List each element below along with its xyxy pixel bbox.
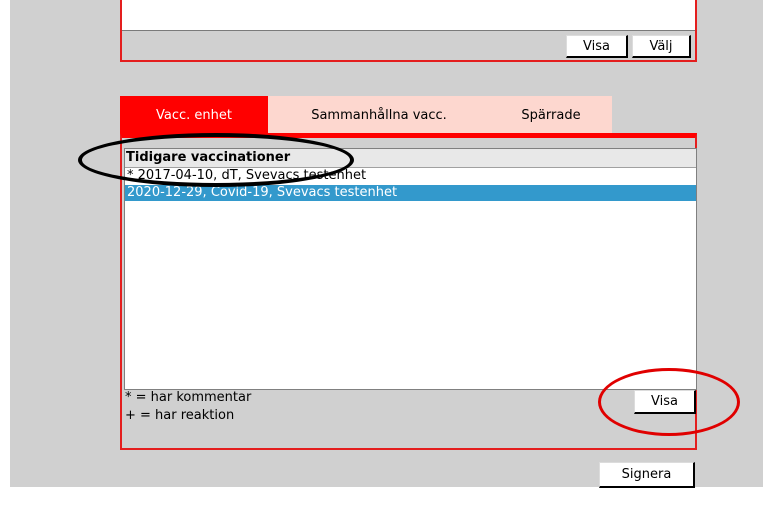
tab-vacc-enhet[interactable]: Vacc. enhet — [120, 96, 268, 134]
annotation-ellipse-black — [78, 133, 354, 187]
top-button-bar: Visa Välj — [122, 31, 695, 60]
top-panel: Visa Välj — [120, 0, 697, 62]
top-visa-button[interactable]: Visa — [566, 35, 628, 58]
list-item-selected[interactable]: 2020-12-29, Covid-19, Svevacs testenhet — [125, 185, 696, 201]
legend-reaction: + = har reaktion — [125, 408, 235, 423]
annotation-ellipse-red — [598, 368, 740, 436]
tab-sparrade[interactable]: Spärrade — [490, 96, 612, 134]
top-list-area[interactable] — [122, 0, 695, 31]
tab-sammanhallna-vacc[interactable]: Sammanhållna vacc. — [268, 96, 490, 134]
signera-button[interactable]: Signera — [599, 462, 695, 488]
valj-button[interactable]: Välj — [632, 35, 691, 58]
legend-comment: * = har kommentar — [125, 390, 252, 405]
